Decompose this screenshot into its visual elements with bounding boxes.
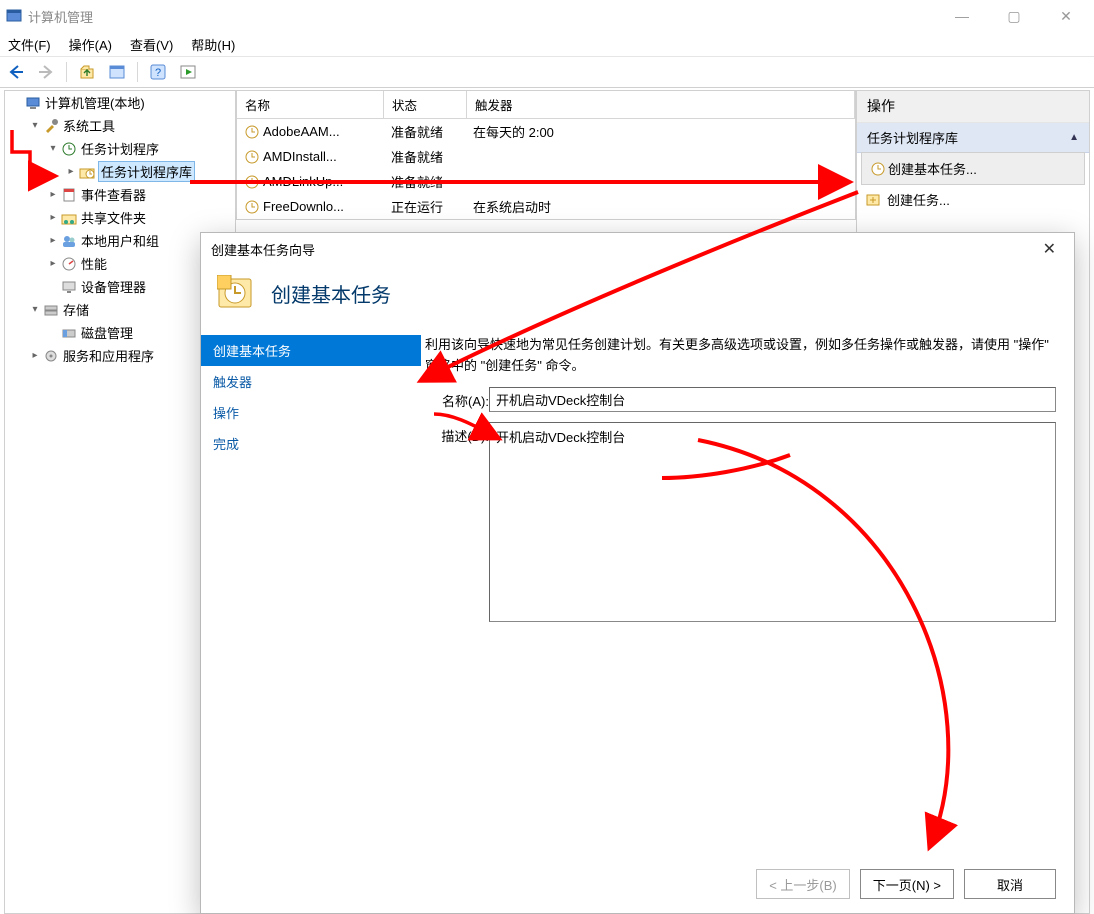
svg-text:?: ? (155, 67, 161, 79)
collapse-icon[interactable]: ▾ (27, 304, 43, 315)
window-titlebar: 计算机管理 — ▢ ✕ (0, 0, 1094, 32)
task-state: 准备就绪 (383, 144, 465, 169)
toolbar-back-button[interactable] (4, 60, 28, 84)
window-minimize-button[interactable]: — (948, 8, 976, 25)
task-status-icon (245, 150, 259, 164)
task-row[interactable]: FreeDownlo... 正在运行在系统启动时 (237, 194, 855, 219)
task-row[interactable]: AMDInstall... 准备就绪 (237, 144, 855, 169)
performance-icon (61, 256, 77, 272)
task-trigger (465, 179, 855, 185)
expand-icon[interactable]: ▸ (45, 235, 61, 246)
wizard-clock-icon (217, 275, 253, 311)
menu-bar: 文件(F) 操作(A) 查看(V) 帮助(H) (0, 32, 1094, 56)
create-basic-task-wizard: 创建基本任务向导 ✕ 创建基本任务 创建基本任务 触发器 操作 完成 利用该向导… (200, 232, 1075, 914)
task-trigger (465, 154, 855, 160)
task-name: AdobeAAM... (263, 124, 340, 139)
wizard-step-finish[interactable]: 完成 (201, 428, 421, 459)
col-name[interactable]: 名称 (237, 91, 384, 118)
computer-icon (25, 95, 41, 111)
wizard-description: 利用该向导快速地为常见任务创建计划。有关更多高级选项或设置，例如多任务操作或触发… (425, 335, 1056, 377)
collapse-up-icon[interactable]: ▲ (1069, 132, 1079, 143)
task-state: 正在运行 (383, 194, 465, 219)
shared-folder-icon (61, 210, 77, 226)
tree-root[interactable]: 计算机管理(本地) (5, 91, 235, 114)
task-icon (865, 192, 881, 208)
clock-folder-icon (79, 164, 95, 180)
wizard-step-basic[interactable]: 创建基本任务 (201, 335, 421, 366)
toolbar-forward-button[interactable] (34, 60, 58, 84)
menu-file[interactable]: 文件(F) (8, 35, 51, 54)
toolbar-help-button[interactable]: ? (146, 60, 170, 84)
actions-pane-title: 操作 (857, 91, 1089, 123)
toolbar-separator (137, 62, 138, 82)
users-icon (61, 233, 77, 249)
app-icon (6, 8, 22, 24)
toolbar-separator (66, 62, 67, 82)
collapse-icon[interactable]: ▾ (45, 143, 61, 154)
wizard-step-action[interactable]: 操作 (201, 397, 421, 428)
expand-icon[interactable]: ▸ (45, 258, 61, 269)
wizard-next-button[interactable]: 下一页(N) > (860, 869, 954, 899)
col-trigger[interactable]: 触发器 (467, 91, 855, 118)
task-name: AMDLinkUp... (263, 174, 343, 189)
task-name: FreeDownlo... (263, 199, 344, 214)
clock-icon (870, 161, 886, 177)
device-icon (61, 279, 77, 295)
storage-icon (43, 302, 59, 318)
window-close-button[interactable]: ✕ (1052, 8, 1080, 25)
clock-icon (61, 141, 77, 157)
toolbar-up-button[interactable] (75, 60, 99, 84)
wizard-name-input[interactable] (489, 387, 1056, 412)
wizard-back-button: < 上一步(B) (756, 869, 850, 899)
tree-system-tools[interactable]: ▾ 系统工具 (23, 114, 235, 137)
expand-icon[interactable]: ▸ (45, 212, 61, 223)
window-maximize-button[interactable]: ▢ (1000, 8, 1028, 25)
action-create-basic-task[interactable]: 创建基本任务... (861, 152, 1085, 185)
collapse-icon[interactable]: ▾ (27, 120, 43, 131)
menu-action[interactable]: 操作(A) (69, 35, 112, 54)
task-trigger: 在每天的 2:00 (465, 119, 855, 144)
toolbar-view-button[interactable] (105, 60, 129, 84)
col-state[interactable]: 状态 (384, 91, 467, 118)
expand-icon[interactable]: ▸ (27, 350, 43, 361)
task-status-icon (245, 200, 259, 214)
wizard-desc-textarea[interactable] (489, 422, 1056, 622)
tree-task-scheduler[interactable]: ▾ 任务计划程序 (41, 137, 235, 160)
wizard-title: 创建基本任务向导 (211, 240, 315, 259)
wizard-desc-label: 描述(D): (425, 422, 489, 445)
services-icon (43, 348, 59, 364)
task-status-icon (245, 125, 259, 139)
task-name: AMDInstall... (263, 149, 337, 164)
menu-view[interactable]: 查看(V) (130, 35, 173, 54)
task-trigger: 在系统启动时 (465, 194, 855, 219)
window-title: 计算机管理 (28, 7, 93, 26)
tree-task-scheduler-library[interactable]: ▸ 任务计划程序库 (59, 160, 235, 183)
wizard-heading: 创建基本任务 (271, 279, 391, 308)
action-create-task[interactable]: 创建任务... (857, 184, 1089, 215)
disk-icon (61, 325, 77, 341)
toolbar-run-button[interactable] (176, 60, 200, 84)
toolbar: ? (0, 56, 1094, 88)
wizard-close-button[interactable]: ✕ (1035, 237, 1064, 261)
wizard-step-trigger[interactable]: 触发器 (201, 366, 421, 397)
wizard-steps: 创建基本任务 触发器 操作 完成 (201, 335, 421, 625)
event-icon (61, 187, 77, 203)
task-list[interactable]: 名称 状态 触发器 AdobeAAM...准备就绪在每天的 2:00AMDIns… (236, 90, 856, 220)
expand-icon[interactable]: ▸ (63, 166, 79, 177)
tree-event-viewer[interactable]: ▸事件查看器 (41, 183, 235, 206)
tools-icon (43, 118, 59, 134)
actions-group-header[interactable]: 任务计划程序库 ▲ (857, 123, 1089, 153)
task-row[interactable]: AdobeAAM... 准备就绪在每天的 2:00 (237, 119, 855, 144)
task-state: 准备就绪 (383, 119, 465, 144)
wizard-cancel-button[interactable]: 取消 (964, 869, 1056, 899)
task-status-icon (245, 175, 259, 189)
wizard-titlebar[interactable]: 创建基本任务向导 ✕ (201, 233, 1074, 265)
wizard-name-label: 名称(A): (425, 387, 489, 410)
menu-help[interactable]: 帮助(H) (191, 35, 235, 54)
task-state: 准备就绪 (383, 169, 465, 194)
task-row[interactable]: AMDLinkUp... 准备就绪 (237, 169, 855, 194)
tree-shared-folders[interactable]: ▸共享文件夹 (41, 206, 235, 229)
expand-icon[interactable]: ▸ (45, 189, 61, 200)
task-list-header: 名称 状态 触发器 (237, 91, 855, 119)
